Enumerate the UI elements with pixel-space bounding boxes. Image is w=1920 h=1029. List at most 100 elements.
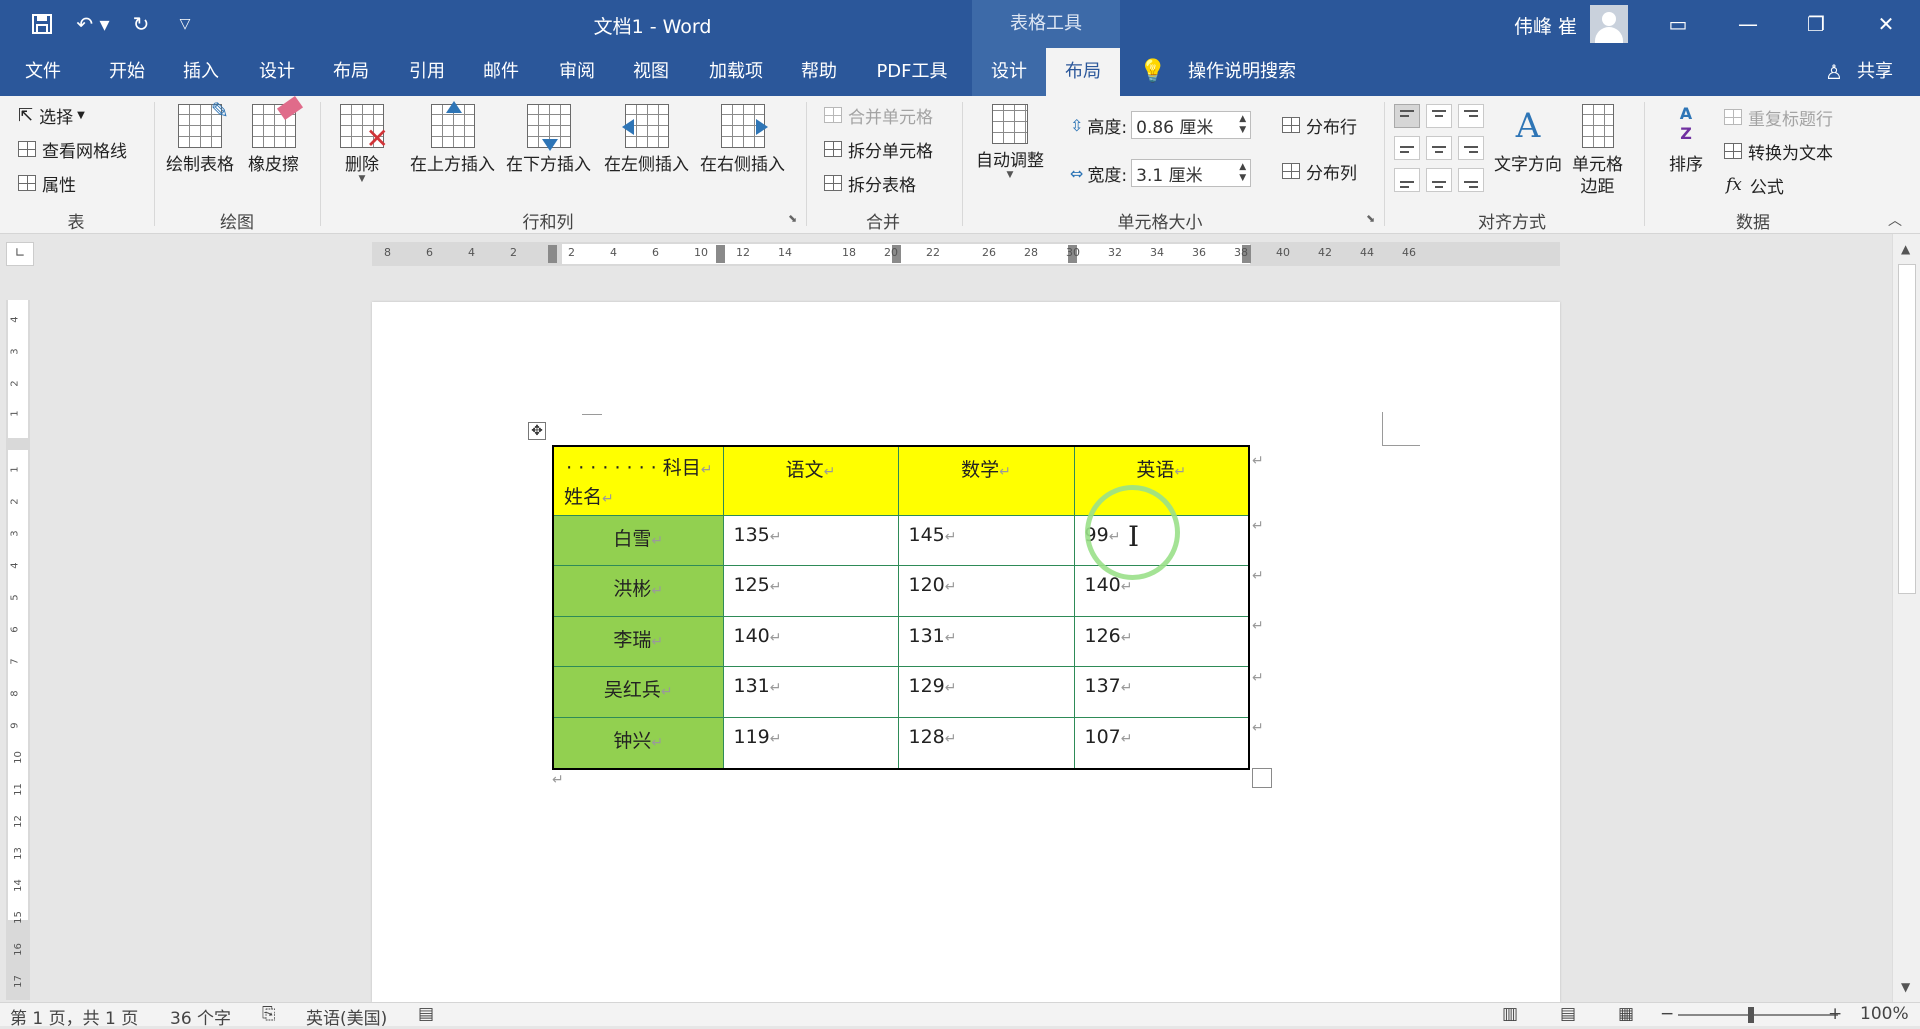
avatar[interactable] <box>1590 5 1628 43</box>
insert-above-button[interactable]: 在上方插入 <box>410 101 495 176</box>
align-bottom-left-button[interactable] <box>1394 168 1420 192</box>
print-layout-icon[interactable]: ▤ <box>1560 1004 1576 1024</box>
align-top-right-button[interactable] <box>1458 104 1484 128</box>
dialog-launcher-icon[interactable]: ⬊ <box>788 212 797 225</box>
merge-cells-button[interactable]: 合并单元格 <box>824 102 933 128</box>
read-mode-icon[interactable]: ▥ <box>1502 1004 1518 1024</box>
sort-button[interactable]: AZ 排序 <box>1666 104 1706 176</box>
zoom-in-icon[interactable]: + <box>1828 1004 1842 1024</box>
minimize-button[interactable]: — <box>1720 0 1776 48</box>
scroll-up-icon[interactable]: ▲ <box>1901 242 1910 256</box>
draw-table-button[interactable]: ✎ 绘制表格 <box>166 99 234 176</box>
tab-addins[interactable]: 加载项 <box>694 48 778 96</box>
ruler-column-marker[interactable] <box>716 245 725 263</box>
table-move-handle-icon[interactable]: ✥ <box>528 422 546 440</box>
tab-selector-icon[interactable]: ∟ <box>6 242 34 266</box>
table-cell[interactable]: 119↵ <box>722 717 899 769</box>
properties-button[interactable]: 属性 <box>18 170 76 196</box>
table-cell[interactable]: 131↵ <box>897 616 1075 667</box>
vertical-scrollbar[interactable]: ▲ ▼ <box>1892 234 1920 1002</box>
ruler-column-marker[interactable] <box>548 245 557 263</box>
cell-margins-button[interactable]: 单元格 边距 <box>1572 104 1623 198</box>
table-cell[interactable]: 145↵ <box>897 515 1075 566</box>
table-header-cell[interactable]: · · · · · · · · 科目↵ 姓名↵ <box>552 445 724 516</box>
scroll-down-icon[interactable]: ▼ <box>1901 980 1910 994</box>
row-height-input[interactable]: 0.86 厘米 ▲ ▼ <box>1131 111 1252 139</box>
tab-pdf-tools[interactable]: PDF工具 <box>862 48 962 96</box>
tell-me-search[interactable]: 操作说明搜索 <box>1176 48 1308 96</box>
repeat-header-rows-button[interactable]: 重复标题行 <box>1724 104 1833 130</box>
insert-below-button[interactable]: 在下方插入 <box>506 104 591 176</box>
distribute-rows-button[interactable]: 分布行 <box>1282 112 1357 138</box>
user-name[interactable]: 伟峰 崔 <box>1514 12 1577 39</box>
proofing-icon[interactable]: ⎘ <box>262 1004 276 1024</box>
spinner-icon[interactable]: ▲ ▼ <box>1239 162 1246 184</box>
delete-button[interactable]: ✕ 删除 ▼ <box>340 104 389 184</box>
zoom-slider-thumb[interactable] <box>1748 1007 1754 1023</box>
insert-left-button[interactable]: 在左侧插入 <box>604 104 689 176</box>
collapse-ribbon-icon[interactable]: ︿ <box>1888 210 1902 230</box>
autofit-button[interactable]: 自动调整 ▼ <box>976 104 1044 180</box>
tab-references[interactable]: 引用 <box>394 48 460 96</box>
table-cell[interactable]: 140↵ <box>722 616 899 667</box>
align-center-button[interactable] <box>1426 136 1452 160</box>
align-bottom-right-button[interactable] <box>1458 168 1484 192</box>
column-width-input[interactable]: 3.1 厘米 ▲ ▼ <box>1131 159 1252 187</box>
table-cell[interactable]: 131↵ <box>722 666 899 718</box>
table-cell[interactable]: 129↵ <box>897 666 1075 718</box>
table-cell[interactable]: 128↵ <box>897 717 1075 769</box>
word-count[interactable]: 36 个字 <box>170 1004 231 1029</box>
table-cell[interactable]: 135↵ <box>722 515 899 566</box>
align-top-center-button[interactable] <box>1426 104 1452 128</box>
align-top-left-button[interactable] <box>1394 104 1420 128</box>
table-cell[interactable]: 吴红兵↵ <box>552 666 724 718</box>
tab-table-design[interactable]: 设计 <box>972 48 1046 96</box>
align-bottom-center-button[interactable] <box>1426 168 1452 192</box>
zoom-level[interactable]: 100% <box>1860 1004 1909 1024</box>
eraser-button[interactable]: 橡皮擦 <box>248 95 303 176</box>
table-header-cell[interactable]: 数学↵ <box>897 445 1075 516</box>
insert-right-button[interactable]: 在右侧插入 <box>700 104 785 176</box>
restore-button[interactable]: ❐ <box>1788 0 1844 48</box>
table-cell[interactable]: 126↵ <box>1073 616 1250 667</box>
formula-button[interactable]: fx 公式 <box>1724 172 1784 198</box>
table-cell[interactable]: 137↵ <box>1073 666 1250 718</box>
tab-layout[interactable]: 布局 <box>318 48 384 96</box>
tab-home[interactable]: 开始 <box>92 48 162 96</box>
table-resize-handle[interactable] <box>1252 768 1272 788</box>
table-cell[interactable]: 120↵ <box>897 565 1075 617</box>
table-cell[interactable]: 125↵ <box>722 565 899 617</box>
close-button[interactable]: ✕ <box>1858 0 1914 48</box>
table-cell[interactable]: 钟兴↵ <box>552 717 724 769</box>
distribute-columns-button[interactable]: 分布列 <box>1282 158 1357 184</box>
tab-review[interactable]: 审阅 <box>544 48 610 96</box>
table-cell[interactable]: 140↵ <box>1073 565 1250 617</box>
table-cell[interactable]: 李瑞↵ <box>552 616 724 667</box>
tab-table-layout[interactable]: 布局 <box>1046 48 1120 96</box>
split-table-button[interactable]: 拆分表格 <box>824 170 916 196</box>
align-center-right-button[interactable] <box>1458 136 1484 160</box>
dialog-launcher-icon[interactable]: ⬊ <box>1366 212 1375 225</box>
table-cell[interactable]: 107↵ <box>1073 717 1250 769</box>
zoom-out-icon[interactable]: − <box>1660 1004 1674 1024</box>
align-center-left-button[interactable] <box>1394 136 1420 160</box>
share-button[interactable]: 共享 <box>1850 48 1900 96</box>
spinner-icon[interactable]: ▲ ▼ <box>1239 114 1246 136</box>
tab-help[interactable]: 帮助 <box>786 48 852 96</box>
view-gridlines-button[interactable]: 查看网格线 <box>18 136 127 162</box>
text-direction-button[interactable]: A 文字方向 <box>1494 104 1562 176</box>
table-cell[interactable]: 白雪↵ <box>552 515 724 566</box>
tab-view[interactable]: 视图 <box>618 48 684 96</box>
page-count[interactable]: 第 1 页，共 1 页 <box>10 1004 138 1029</box>
tab-mailings[interactable]: 邮件 <box>468 48 534 96</box>
macro-icon[interactable]: ▤ <box>418 1004 434 1024</box>
tab-insert[interactable]: 插入 <box>168 48 234 96</box>
convert-to-text-button[interactable]: 转换为文本 <box>1724 138 1833 164</box>
scrollbar-thumb[interactable] <box>1898 264 1916 594</box>
ribbon-display-options-button[interactable]: ▭ <box>1650 0 1706 48</box>
zoom-slider[interactable] <box>1678 1014 1838 1016</box>
table-cell[interactable]: 洪彬↵ <box>552 565 724 617</box>
language[interactable]: 英语(美国) <box>306 1004 387 1029</box>
web-layout-icon[interactable]: ▦ <box>1618 1004 1634 1024</box>
tab-file[interactable]: 文件 <box>10 48 76 96</box>
